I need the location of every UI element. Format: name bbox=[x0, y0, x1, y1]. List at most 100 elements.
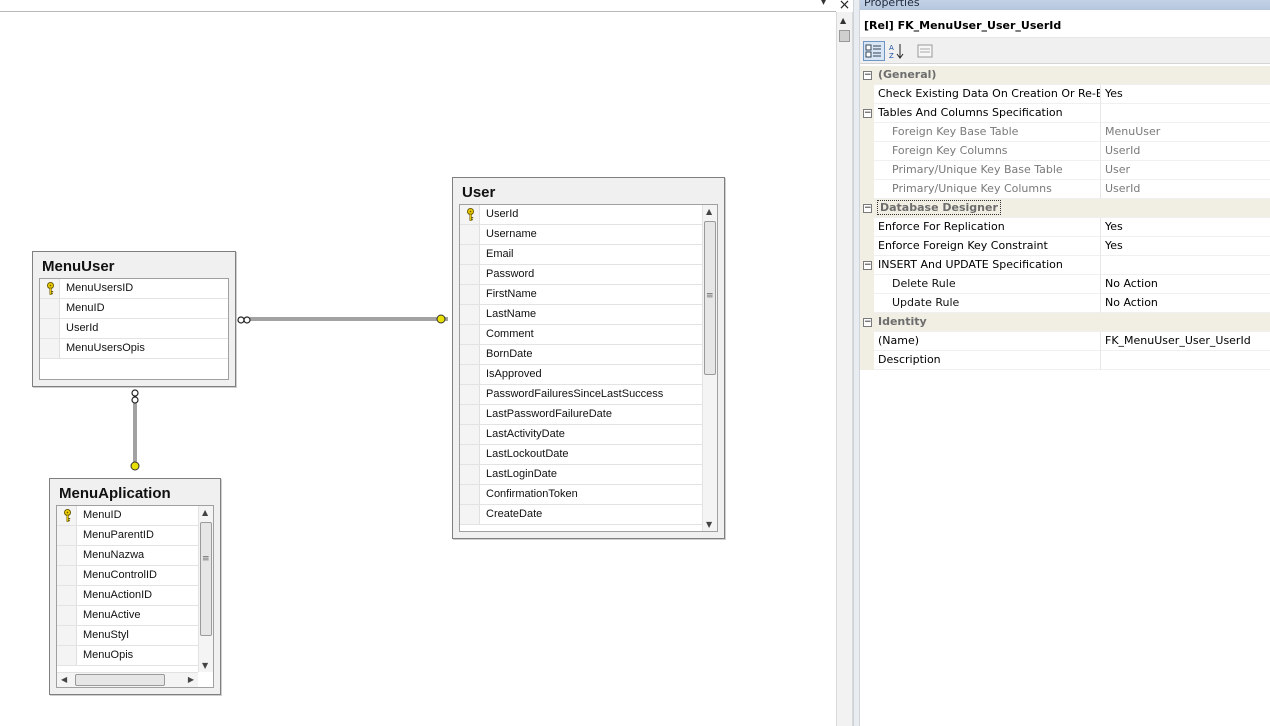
property-value[interactable]: UserId bbox=[1101, 142, 1270, 161]
row-selector[interactable] bbox=[460, 465, 480, 484]
scroll-up-icon[interactable]: ▲ bbox=[202, 508, 208, 517]
property-row[interactable]: − Identity bbox=[860, 313, 1270, 332]
row-selector[interactable] bbox=[460, 225, 480, 244]
property-row[interactable]: − Tables And Columns Specification bbox=[860, 104, 1270, 123]
row-selector[interactable] bbox=[460, 285, 480, 304]
property-row[interactable]: − (General) bbox=[860, 66, 1270, 85]
column-row[interactable]: MenuUsersID bbox=[40, 279, 228, 299]
collapse-icon[interactable]: − bbox=[863, 71, 872, 80]
collapse-icon[interactable]: − bbox=[863, 318, 872, 327]
property-pages-button[interactable] bbox=[914, 41, 936, 61]
property-value[interactable]: Yes bbox=[1101, 237, 1270, 256]
column-row[interactable]: FirstName bbox=[460, 285, 704, 305]
row-selector[interactable] bbox=[40, 319, 60, 338]
column-row[interactable]: MenuStyl bbox=[57, 626, 199, 646]
column-row[interactable]: LastLockoutDate bbox=[460, 445, 704, 465]
scroll-thumb[interactable] bbox=[200, 522, 212, 636]
vertical-scrollbar[interactable]: ▲ ≡ ▼ bbox=[702, 205, 717, 531]
alphabetical-button[interactable]: A Z bbox=[886, 41, 908, 61]
property-value[interactable] bbox=[1101, 351, 1270, 370]
property-value[interactable]: No Action bbox=[1101, 294, 1270, 313]
property-value[interactable] bbox=[1101, 104, 1270, 123]
column-row[interactable]: MenuControlID bbox=[57, 566, 199, 586]
row-selector[interactable] bbox=[40, 339, 60, 358]
categorized-button[interactable] bbox=[863, 41, 885, 61]
scroll-thumb[interactable] bbox=[839, 30, 850, 42]
collapse-icon[interactable]: − bbox=[863, 109, 872, 118]
column-row[interactable]: MenuActionID bbox=[57, 586, 199, 606]
property-row[interactable]: Delete Rule No Action bbox=[860, 275, 1270, 294]
property-row[interactable]: Check Existing Data On Creation Or Re-En… bbox=[860, 85, 1270, 104]
chevron-down-icon[interactable]: ▾ bbox=[821, 0, 826, 8]
row-selector[interactable] bbox=[460, 505, 480, 524]
row-selector[interactable] bbox=[57, 586, 77, 605]
row-selector[interactable] bbox=[57, 526, 77, 545]
vertical-scrollbar[interactable]: ▲ ≡ ▼ bbox=[198, 506, 213, 672]
property-row[interactable]: − INSERT And UPDATE Specification bbox=[860, 256, 1270, 275]
scroll-right-icon[interactable]: ▶ bbox=[188, 675, 194, 684]
column-row[interactable]: MenuID bbox=[40, 299, 228, 319]
column-row[interactable]: MenuUsersOpis bbox=[40, 339, 228, 359]
row-selector[interactable] bbox=[460, 345, 480, 364]
column-row[interactable]: Username bbox=[460, 225, 704, 245]
horizontal-scrollbar[interactable]: ◀ ▶ bbox=[57, 672, 198, 687]
column-row[interactable]: CreateDate bbox=[460, 505, 704, 525]
row-selector[interactable] bbox=[460, 405, 480, 424]
panel-splitter[interactable] bbox=[853, 0, 860, 726]
scroll-up-icon[interactable]: ▲ bbox=[706, 207, 712, 216]
row-selector[interactable] bbox=[57, 606, 77, 625]
row-selector[interactable] bbox=[40, 299, 60, 318]
table-menuuser[interactable]: MenuUser MenuUsersID MenuID UserId MenuUser… bbox=[32, 251, 236, 387]
column-row[interactable]: BornDate bbox=[460, 345, 704, 365]
column-row[interactable]: MenuParentID bbox=[57, 526, 199, 546]
column-row[interactable]: MenuID bbox=[57, 506, 199, 526]
column-row[interactable]: MenuNazwa bbox=[57, 546, 199, 566]
selected-object[interactable]: [Rel] FK_MenuUser_User_UserId bbox=[860, 14, 1270, 38]
diagram-vertical-scrollbar[interactable]: ▲ bbox=[836, 12, 853, 726]
row-selector[interactable] bbox=[460, 265, 480, 284]
property-row[interactable]: (Name) FK_MenuUser_User_UserId bbox=[860, 332, 1270, 351]
property-row[interactable]: Primary/Unique Key Columns UserId bbox=[860, 180, 1270, 199]
column-row[interactable]: MenuActive bbox=[57, 606, 199, 626]
row-selector[interactable] bbox=[57, 566, 77, 585]
column-row[interactable]: LastLoginDate bbox=[460, 465, 704, 485]
column-row[interactable]: UserId bbox=[40, 319, 228, 339]
column-row[interactable]: MenuOpis bbox=[57, 646, 199, 666]
column-row[interactable]: Email bbox=[460, 245, 704, 265]
close-icon[interactable]: × bbox=[836, 0, 853, 13]
row-selector[interactable] bbox=[460, 245, 480, 264]
property-row[interactable]: Enforce For Replication Yes bbox=[860, 218, 1270, 237]
row-selector[interactable] bbox=[460, 445, 480, 464]
row-selector[interactable] bbox=[57, 626, 77, 645]
table-user[interactable]: User UserId Username Email Password FirstNam… bbox=[452, 177, 725, 539]
property-value[interactable]: Yes bbox=[1101, 218, 1270, 237]
property-row[interactable]: Description bbox=[860, 351, 1270, 370]
row-selector[interactable] bbox=[460, 365, 480, 384]
property-value[interactable] bbox=[1101, 256, 1270, 275]
property-value[interactable]: Yes bbox=[1101, 85, 1270, 104]
scroll-down-icon[interactable]: ▼ bbox=[706, 520, 712, 529]
row-selector[interactable] bbox=[57, 506, 77, 525]
row-selector[interactable] bbox=[460, 325, 480, 344]
column-row[interactable]: Password bbox=[460, 265, 704, 285]
column-row[interactable]: LastActivityDate bbox=[460, 425, 704, 445]
scroll-thumb[interactable] bbox=[75, 674, 165, 686]
property-row[interactable]: Update Rule No Action bbox=[860, 294, 1270, 313]
row-selector[interactable] bbox=[460, 205, 480, 224]
relationship-menuuser-menuaplication[interactable] bbox=[130, 389, 140, 471]
table-menuaplication[interactable]: MenuAplication MenuID MenuParentID MenuNaz… bbox=[49, 478, 221, 695]
property-value[interactable]: No Action bbox=[1101, 275, 1270, 294]
property-row[interactable]: Foreign Key Columns UserId bbox=[860, 142, 1270, 161]
property-row[interactable]: − Database Designer bbox=[860, 199, 1270, 218]
property-row[interactable]: Enforce Foreign Key Constraint Yes bbox=[860, 237, 1270, 256]
scroll-left-icon[interactable]: ◀ bbox=[61, 675, 67, 684]
row-selector[interactable] bbox=[460, 485, 480, 504]
column-row[interactable]: LastPasswordFailureDate bbox=[460, 405, 704, 425]
collapse-icon[interactable]: − bbox=[863, 261, 872, 270]
property-value[interactable]: UserId bbox=[1101, 180, 1270, 199]
row-selector[interactable] bbox=[460, 305, 480, 324]
column-row[interactable]: IsApproved bbox=[460, 365, 704, 385]
relationship-menuuser-user[interactable] bbox=[237, 314, 448, 324]
row-selector[interactable] bbox=[40, 279, 60, 298]
property-value[interactable]: FK_MenuUser_User_UserId bbox=[1101, 332, 1270, 351]
